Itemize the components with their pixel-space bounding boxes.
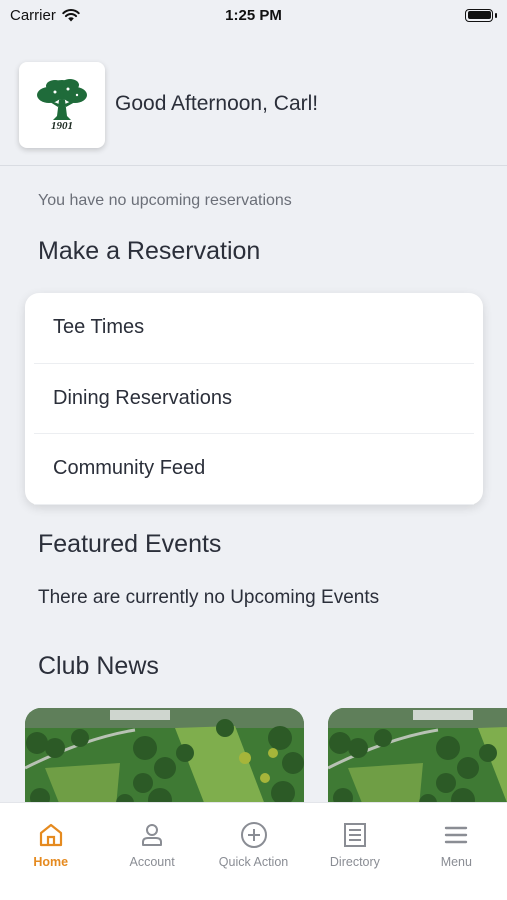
news-card[interactable]: [328, 708, 507, 803]
tab-home[interactable]: Home: [0, 803, 101, 900]
status-bar: Carrier 1:25 PM: [0, 0, 507, 30]
oak-tree-logo-icon: [37, 79, 87, 120]
wifi-icon: [62, 8, 80, 21]
community-feed-item[interactable]: Community Feed: [34, 434, 474, 505]
bottom-tab-bar: Home Account Quick Action Directory Menu: [0, 802, 507, 900]
tab-directory-label: Directory: [329, 855, 380, 869]
make-reservation-title: Make a Reservation: [38, 237, 261, 265]
plus-circle-icon: [240, 822, 267, 848]
directory-icon: [343, 823, 366, 847]
home-icon: [39, 823, 62, 847]
tab-directory[interactable]: Directory: [304, 803, 405, 900]
logo-year: 1901: [51, 120, 73, 132]
battery-icon: [465, 8, 497, 22]
tab-account-label: Account: [129, 855, 175, 869]
header: 1901 Good Afternoon, Carl!: [0, 62, 507, 166]
club-logo[interactable]: 1901: [19, 62, 105, 148]
tee-times-label: Tee Times: [53, 316, 145, 339]
no-events-text: There are currently no Upcoming Events: [38, 587, 380, 608]
community-feed-label: Community Feed: [53, 457, 206, 480]
golf-course-aerial-image: [328, 708, 507, 803]
status-left: Carrier: [10, 7, 80, 24]
news-card[interactable]: [25, 708, 304, 803]
club-news-title: Club News: [38, 652, 159, 680]
tab-menu[interactable]: Menu: [406, 803, 507, 900]
featured-events-title: Featured Events: [38, 530, 222, 558]
tee-times-item[interactable]: Tee Times: [34, 293, 474, 364]
dining-reservations-label: Dining Reservations: [53, 386, 232, 409]
tab-account[interactable]: Account: [101, 803, 202, 900]
greeting-text: Good Afternoon, Carl!: [115, 92, 319, 115]
tab-quick-action[interactable]: Quick Action: [203, 803, 304, 900]
reservation-options-card: Tee Times Dining Reservations Community …: [25, 293, 483, 505]
tab-menu-label: Menu: [440, 855, 472, 869]
hamburger-menu-icon: [445, 826, 468, 844]
person-icon: [142, 824, 163, 846]
dining-reservations-item[interactable]: Dining Reservations: [34, 364, 474, 434]
news-carousel[interactable]: [25, 708, 507, 803]
golf-course-aerial-image: [25, 708, 304, 803]
tab-quick-action-label: Quick Action: [218, 855, 289, 869]
carrier-label: Carrier: [10, 6, 56, 24]
no-reservations-text: You have no upcoming reservations: [38, 192, 292, 209]
tab-home-label: Home: [33, 855, 69, 869]
